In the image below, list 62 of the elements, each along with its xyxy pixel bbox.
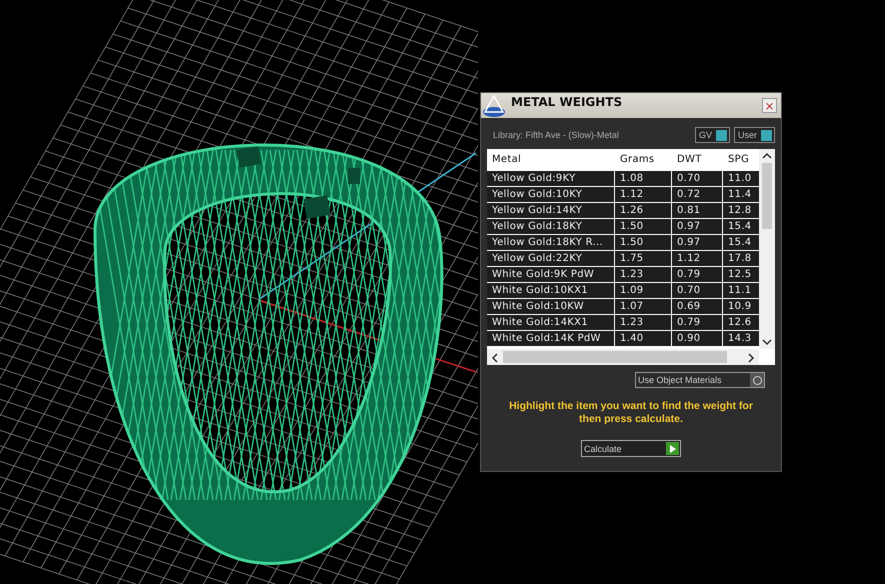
table-cell: 0.79 <box>672 267 723 283</box>
table-cell: 11.0 <box>723 171 759 187</box>
table-cell: 0.97 <box>672 219 723 235</box>
scrollbar-thumb[interactable] <box>762 163 772 229</box>
table-cell: White Gold:14KX1 <box>487 315 615 331</box>
table-cell: 1.26 <box>615 203 672 219</box>
chevron-left-icon[interactable] <box>491 353 499 363</box>
table-cell: 1.23 <box>615 315 672 331</box>
table-cell: 17.8 <box>723 251 759 267</box>
table-cell: 1.40 <box>615 331 672 347</box>
table-cell: White Gold:14K PdW <box>487 331 615 347</box>
pyramid-logo-icon <box>481 94 507 118</box>
table-cell: Yellow Gold:14KY <box>487 203 615 219</box>
table-cell: 10.9 <box>723 299 759 315</box>
table-cell: White Gold:10KX1 <box>487 283 615 299</box>
table-cell: 1.75 <box>615 251 672 267</box>
table-cell: Yellow Gold:18KY R... <box>487 235 615 251</box>
table-cell: 12.6 <box>723 315 759 331</box>
table-cell: 12.5 <box>723 267 759 283</box>
table-cell: 15.4 <box>723 219 759 235</box>
table-cell: 1.12 <box>672 251 723 267</box>
library-label: Library: Fifth Ave - (Slow)-Metal <box>493 130 620 140</box>
table-cell: 1.07 <box>615 299 672 315</box>
table-cell: 0.79 <box>672 315 723 331</box>
table-cell: 1.12 <box>615 187 672 203</box>
table-cell: 0.69 <box>672 299 723 315</box>
vertical-scrollbar[interactable] <box>759 149 775 349</box>
horizontal-scrollbar[interactable] <box>487 349 759 365</box>
instruction-text: Highlight the item you want to find the weight for then press calculate. <box>509 400 753 426</box>
toggle-button[interactable]: GV <box>694 127 730 143</box>
table-cell: Yellow Gold:22KY <box>487 251 615 267</box>
table-cell: White Gold:9K PdW <box>487 267 615 283</box>
table-cell: Yellow Gold:18KY <box>487 219 615 235</box>
table-cell: 0.70 <box>672 283 723 299</box>
dialog-title: METAL WEIGHTS <box>511 95 624 109</box>
calculate-button[interactable]: Calculate <box>581 440 681 457</box>
table-cell: Yellow Gold:9KY <box>487 171 615 187</box>
table-cell: 1.23 <box>615 267 672 283</box>
chevron-up-icon[interactable] <box>762 152 772 160</box>
table-cell: 0.70 <box>672 171 723 187</box>
table-cell: 1.09 <box>615 283 672 299</box>
table-cell: 11.4 <box>723 187 759 203</box>
table-cell: 11.1 <box>723 283 759 299</box>
use-object-materials-toggle[interactable]: Use Object Materials <box>635 372 765 388</box>
table-cell: 0.90 <box>672 331 723 347</box>
play-icon <box>669 444 676 452</box>
close-button[interactable]: × <box>762 98 777 113</box>
table-cell: 1.50 <box>615 235 672 251</box>
chevron-right-icon[interactable] <box>747 353 755 363</box>
table-cell: 1.08 <box>615 171 672 187</box>
table-cell: Yellow Gold:10KY <box>487 187 615 203</box>
scrollbar-thumb[interactable] <box>503 351 727 363</box>
table-cell: 15.4 <box>723 235 759 251</box>
table-cell: 12.8 <box>723 203 759 219</box>
table-cell: 0.72 <box>672 187 723 203</box>
table-cell: 0.97 <box>672 235 723 251</box>
table-cell: White Gold:10KW <box>487 299 615 315</box>
chevron-down-icon[interactable] <box>762 338 772 346</box>
toggle-button[interactable]: User <box>734 127 775 143</box>
table-cell: 1.50 <box>615 219 672 235</box>
table-cell: 14.3 <box>723 331 759 347</box>
table-cell: 0.81 <box>672 203 723 219</box>
